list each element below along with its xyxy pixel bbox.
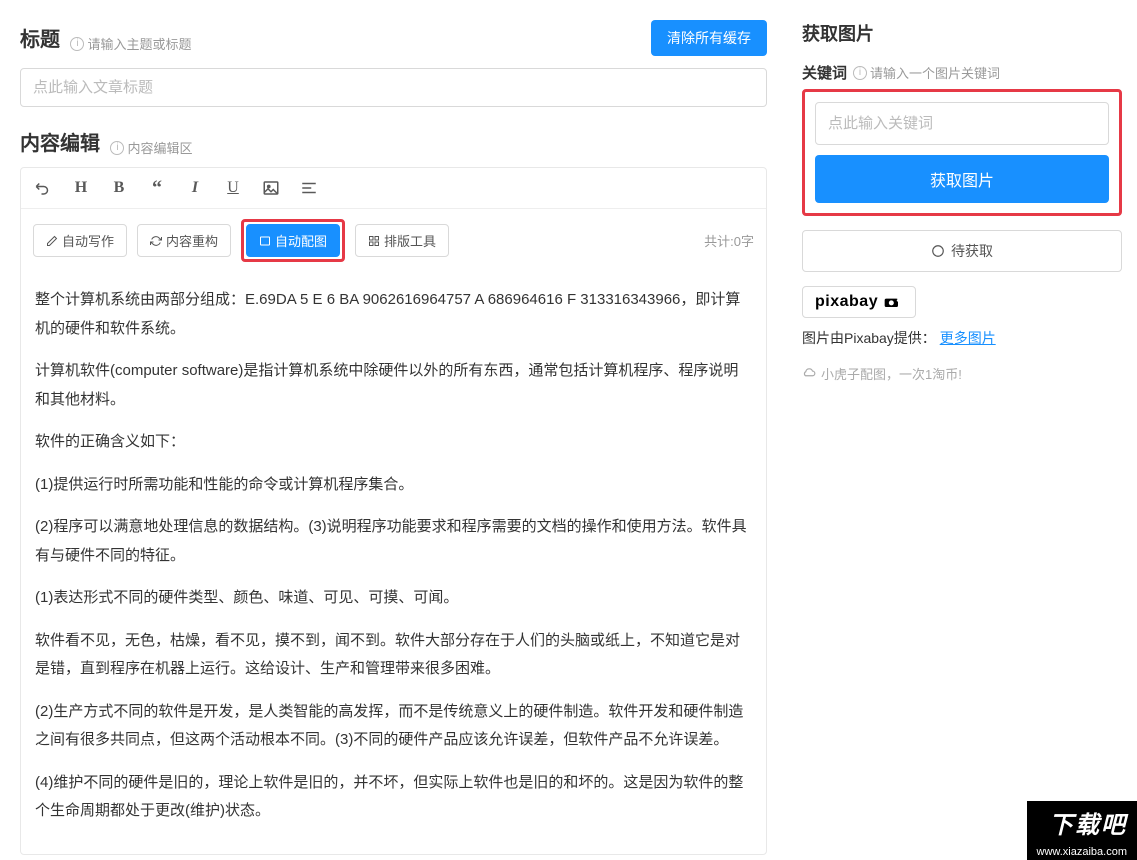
article-title-input[interactable]: [20, 68, 767, 107]
paragraph: (4)维护不同的硬件是旧的，理论上软件是旧的，并不坏，但实际上软件也是旧的和坏的…: [35, 769, 752, 826]
paragraph: (1)表达形式不同的硬件类型、颜色、味道、可见、可摸、可闻。: [35, 584, 752, 613]
editor-content[interactable]: 整个计算机系统由两部分组成：E.69DA 5 E 6 BA 9062616964…: [21, 272, 766, 854]
heading-icon[interactable]: H: [71, 178, 91, 198]
pixabay-badge: pixabay: [802, 286, 916, 318]
paragraph: 软件的正确含义如下：: [35, 428, 752, 457]
keyword-input[interactable]: [815, 102, 1109, 145]
italic-icon[interactable]: I: [185, 178, 205, 198]
align-left-icon[interactable]: [299, 178, 319, 198]
watermark: 下载吧 www.xiazaiba.com: [1027, 801, 1137, 860]
keyword-hint: i 请输入一个图片关键词: [853, 63, 1000, 82]
keyword-row: 关键词 i 请输入一个图片关键词: [802, 62, 1122, 83]
watermark-logo: 下载吧: [1027, 801, 1137, 844]
paragraph: 计算机软件(computer software)是指计算机系统中除硬件以外的所有…: [35, 357, 752, 414]
editor-box: H B “ I U 自动写作 内容重构: [20, 167, 767, 855]
auto-write-button[interactable]: 自动写作: [33, 224, 127, 257]
layout-icon: [368, 235, 380, 247]
circle-icon: [931, 244, 945, 258]
info-icon: i: [110, 141, 124, 155]
cloud-icon: [802, 367, 816, 381]
footer-note: 小虎子配图，一次1淘币!: [802, 364, 1122, 383]
sidebar-title: 获取图片: [802, 20, 1122, 46]
keyword-highlight-box: 获取图片: [802, 89, 1122, 216]
watermark-url: www.xiazaiba.com: [1027, 844, 1137, 860]
title-section-header: 标题 i 请输入主题或标题 清除所有缓存: [20, 20, 767, 56]
title-label: 标题: [20, 29, 60, 51]
undo-icon[interactable]: [33, 178, 53, 198]
auto-image-highlight: 自动配图: [241, 219, 345, 262]
info-icon: i: [853, 66, 867, 80]
paragraph: (2)生产方式不同的软件是开发，是人类智能的高发挥，而不是传统意义上的硬件制造。…: [35, 698, 752, 755]
content-hint: i 内容编辑区: [110, 138, 192, 157]
title-hint: i 请输入主题或标题: [70, 34, 191, 53]
restructure-button[interactable]: 内容重构: [137, 224, 231, 257]
info-icon: i: [70, 37, 84, 51]
content-label: 内容编辑: [20, 133, 100, 155]
sidebar: 获取图片 关键词 i 请输入一个图片关键词 获取图片 待获取 pixabay 图…: [787, 0, 1137, 860]
auto-image-button[interactable]: 自动配图: [246, 224, 340, 257]
layout-tool-button[interactable]: 排版工具: [355, 224, 449, 257]
quote-icon[interactable]: “: [147, 178, 167, 198]
action-toolbar: 自动写作 内容重构 自动配图 排版工具 共计:0字: [21, 209, 766, 272]
image-small-icon: [259, 235, 271, 247]
more-images-link[interactable]: 更多图片: [940, 330, 996, 346]
format-toolbar: H B “ I U: [21, 168, 766, 209]
paragraph: (2)程序可以满意地处理信息的数据结构。(3)说明程序功能要求和程序需要的文档的…: [35, 513, 752, 570]
word-count: 共计:0字: [704, 231, 754, 250]
keyword-label: 关键词: [802, 62, 847, 83]
camera-icon: [883, 293, 903, 309]
clear-cache-button[interactable]: 清除所有缓存: [651, 20, 767, 56]
refresh-icon: [150, 235, 162, 247]
pending-status: 待获取: [802, 230, 1122, 272]
paragraph: 软件看不见，无色，枯燥，看不见，摸不到，闻不到。软件大部分存在于人们的头脑或纸上…: [35, 627, 752, 684]
paragraph: (1)提供运行时所需功能和性能的命令或计算机程序集合。: [35, 471, 752, 500]
image-icon[interactable]: [261, 178, 281, 198]
credit-line: 图片由Pixabay提供： 更多图片: [802, 328, 1122, 348]
paragraph: 整个计算机系统由两部分组成：E.69DA 5 E 6 BA 9062616964…: [35, 286, 752, 343]
content-section-header: 内容编辑 i 内容编辑区: [20, 127, 767, 157]
pencil-icon: [46, 235, 58, 247]
bold-icon[interactable]: B: [109, 178, 129, 198]
underline-icon[interactable]: U: [223, 178, 243, 198]
get-image-button[interactable]: 获取图片: [815, 155, 1109, 203]
